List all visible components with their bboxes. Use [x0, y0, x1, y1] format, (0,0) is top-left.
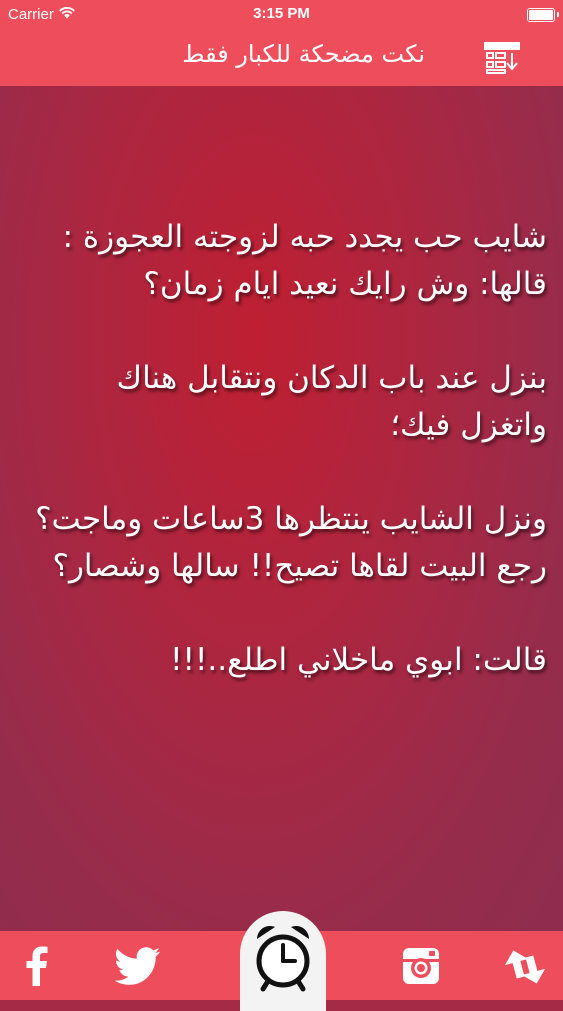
joke-content-area: شايب حب يجدد حبه لزوجته العجوزة : قالها:… — [0, 86, 563, 931]
share-icon[interactable] — [500, 941, 550, 991]
status-bar: Carrier 3:15 PM — [0, 0, 563, 30]
bottom-tab-bar — [0, 911, 563, 1011]
joke-paragraph: بنزل عند باب الدكان ونتقابل هناك واتغزل … — [116, 360, 547, 443]
facebook-icon[interactable] — [12, 941, 62, 991]
joke-paragraph: قالت: ابوي ماخلاني اطلع..!!! — [170, 642, 547, 678]
status-time: 3:15 PM — [253, 5, 310, 22]
joke-paragraph: شايب حب يجدد حبه لزوجته العجوزة : قالها:… — [62, 219, 547, 302]
battery-icon — [527, 8, 559, 22]
alarm-clock-icon[interactable] — [240, 911, 326, 1011]
joke-paragraph: ونزل الشايب ينتظرها 3ساعات وماجت؟رجع الب… — [35, 501, 547, 584]
nav-title: نكت مضحكة للكبار فقط — [182, 40, 425, 68]
list-download-icon[interactable] — [484, 42, 520, 74]
nav-bar: نكت مضحكة للكبار فقط — [0, 30, 563, 86]
joke-text: شايب حب يجدد حبه لزوجته العجوزة : قالها:… — [20, 214, 547, 684]
instagram-icon[interactable] — [396, 941, 446, 991]
twitter-icon[interactable] — [113, 941, 163, 991]
